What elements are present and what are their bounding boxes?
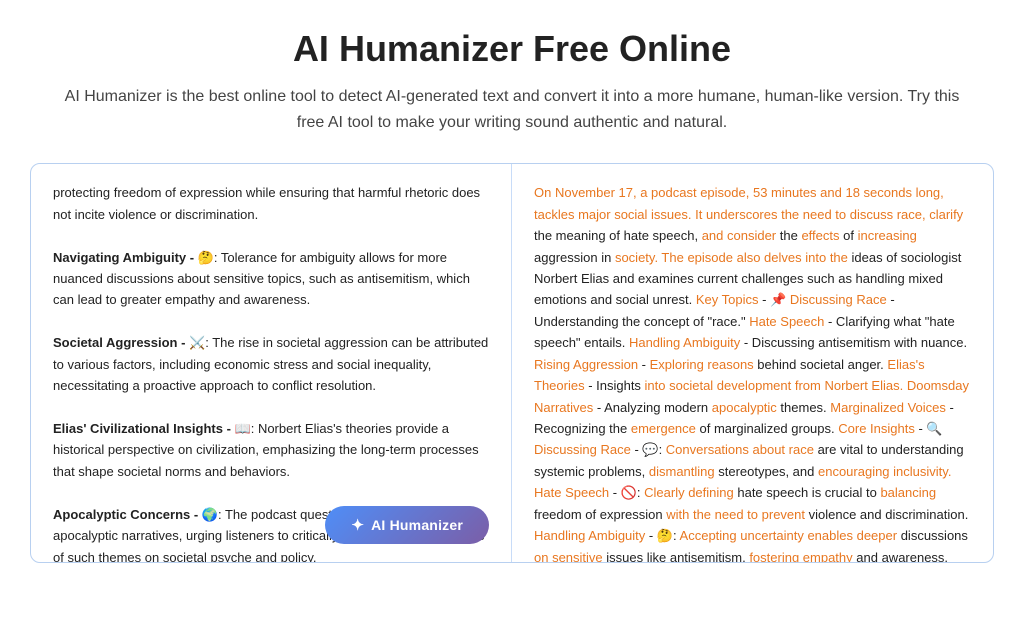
main-panel: protecting freedom of expression while e… [30,163,994,563]
button-label: AI Humanizer [371,517,463,533]
header: AI Humanizer Free Online AI Humanizer is… [0,0,1024,153]
star-icon: ✦ [351,516,364,534]
page-subtitle: AI Humanizer is the best online tool to … [60,84,964,135]
page-title: AI Humanizer Free Online [60,28,964,70]
left-column: protecting freedom of expression while e… [31,164,512,562]
left-text-content: protecting freedom of expression while e… [53,182,489,562]
right-column: On November 17, a podcast episode, 53 mi… [512,164,993,562]
right-text-content: On November 17, a podcast episode, 53 mi… [534,182,971,562]
ai-humanizer-button[interactable]: ✦ AI Humanizer [325,506,489,544]
